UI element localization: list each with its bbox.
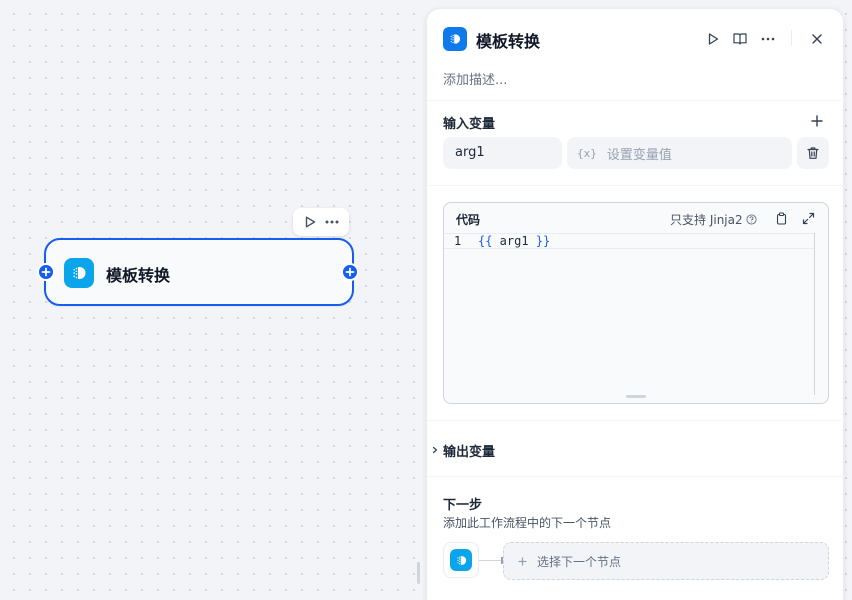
more-dots-icon[interactable] bbox=[758, 29, 778, 49]
jinja-hint[interactable]: 只支持 Jinja2 bbox=[670, 211, 757, 228]
template-transform-icon bbox=[443, 27, 467, 51]
code-close-brace: }} bbox=[535, 234, 551, 248]
select-next-node-label: 选择下一个节点 bbox=[537, 554, 622, 569]
template-transform-icon bbox=[64, 258, 94, 288]
node-input-handle[interactable] bbox=[37, 263, 55, 281]
select-next-node-button[interactable]: 选择下一个节点 bbox=[503, 542, 829, 580]
description-input[interactable]: 添加描述... bbox=[443, 69, 507, 88]
divider bbox=[427, 476, 845, 477]
next-step-title: 下一步 bbox=[443, 498, 483, 513]
output-variables-toggle[interactable]: 输出变量 bbox=[427, 440, 495, 460]
help-icon bbox=[746, 214, 757, 225]
header-divider bbox=[791, 30, 792, 46]
panel-resize-handle[interactable] bbox=[417, 562, 420, 584]
jinja-hint-label: 只支持 Jinja2 bbox=[670, 213, 743, 227]
connector-line bbox=[479, 560, 503, 561]
output-variables-title: 输出变量 bbox=[443, 444, 496, 460]
template-transform-node[interactable]: 模板转换 bbox=[44, 238, 354, 306]
variable-name-input[interactable]: arg1 bbox=[443, 137, 562, 169]
code-title: 代码 bbox=[456, 213, 481, 227]
panel-title[interactable]: 模板转换 bbox=[476, 28, 540, 52]
code-editor[interactable]: 代码 只支持 Jinja2 1 {{ arg1 }} bbox=[443, 202, 829, 404]
delete-variable-button[interactable] bbox=[797, 137, 829, 169]
variable-value-select[interactable]: {x} 设置变量值 bbox=[567, 137, 792, 169]
variable-icon: {x} bbox=[577, 146, 597, 160]
code-text: {{ arg1 }} bbox=[478, 234, 550, 248]
plus-icon bbox=[518, 556, 527, 566]
code-editor-header: 代码 只支持 Jinja2 bbox=[444, 203, 828, 233]
line-number: 1 bbox=[454, 234, 462, 248]
book-icon[interactable] bbox=[730, 29, 750, 49]
node-output-handle[interactable] bbox=[341, 263, 359, 281]
current-node-icon-block bbox=[443, 542, 479, 578]
code-open-brace: {{ bbox=[478, 234, 493, 248]
chevron-right-icon bbox=[427, 446, 443, 454]
code-resize-handle[interactable] bbox=[626, 395, 646, 398]
next-step-subtitle: 添加此工作流程中的下一个节点 bbox=[443, 516, 612, 530]
divider bbox=[427, 100, 845, 101]
node-settings-panel: 模板转换 添加描述... 输入变量 arg1 {x} 设置变量值 代码 只支持 … bbox=[426, 8, 845, 600]
template-transform-icon bbox=[450, 549, 472, 571]
trash-icon bbox=[807, 147, 819, 159]
expand-icon[interactable] bbox=[800, 210, 816, 226]
more-dots-icon[interactable] bbox=[323, 213, 341, 231]
code-line[interactable]: 1 {{ arg1 }} bbox=[444, 233, 814, 249]
close-icon[interactable] bbox=[807, 29, 827, 49]
divider bbox=[427, 185, 845, 186]
node-toolbar bbox=[293, 208, 349, 236]
variable-value-placeholder: 设置变量值 bbox=[606, 147, 672, 163]
copy-icon[interactable] bbox=[773, 210, 789, 226]
play-icon[interactable] bbox=[301, 213, 319, 231]
input-variables-title: 输入变量 bbox=[443, 117, 496, 132]
panel-header: 模板转换 bbox=[427, 9, 843, 69]
code-scrollbar[interactable] bbox=[814, 233, 815, 395]
play-icon[interactable] bbox=[703, 29, 723, 49]
code-variable: arg1 bbox=[492, 234, 536, 248]
add-variable-button[interactable] bbox=[807, 111, 827, 131]
node-title: 模板转换 bbox=[106, 266, 171, 285]
divider bbox=[427, 420, 845, 421]
